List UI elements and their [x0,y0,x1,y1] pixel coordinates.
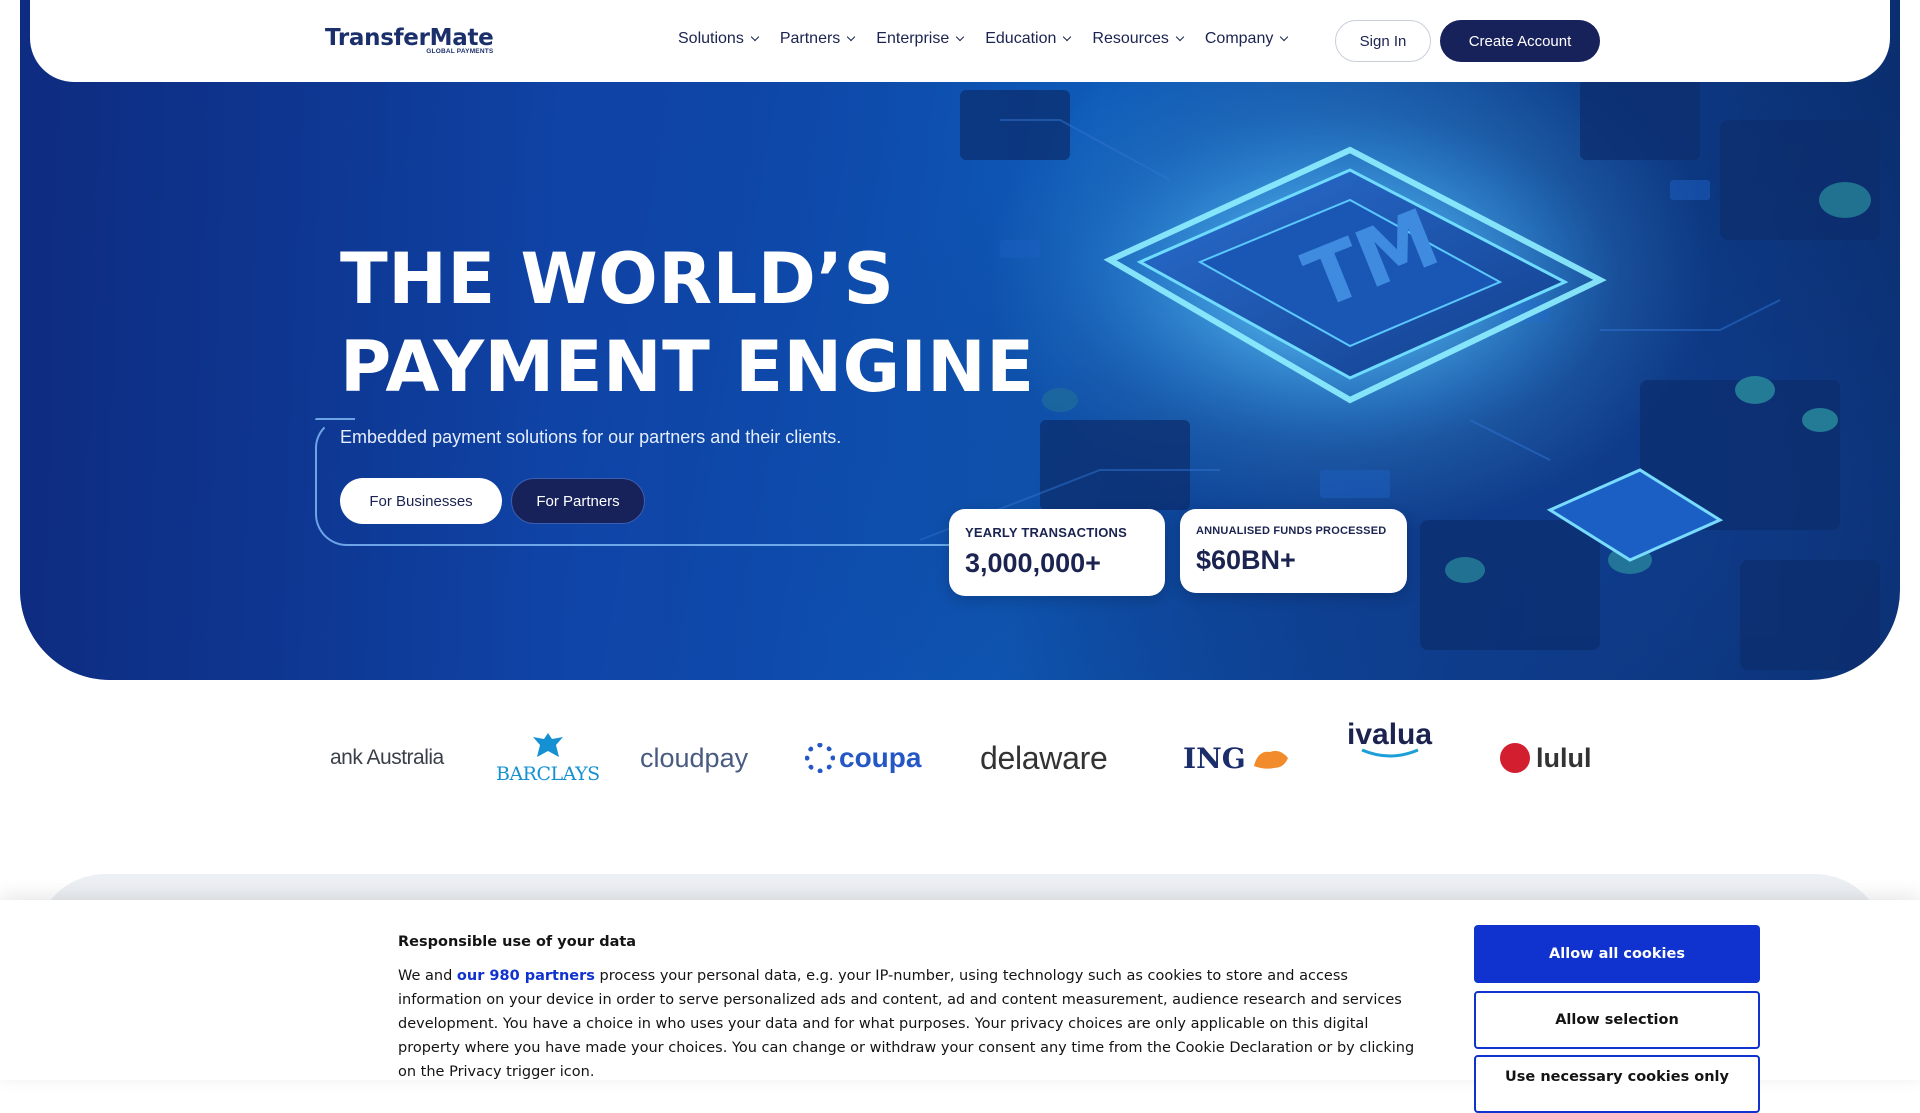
lululemon-icon [1500,743,1530,773]
coupa-logo: coupa [805,718,921,798]
chevron-down-icon [847,32,856,42]
transfermate-logo[interactable]: TransferMate GLOBAL PAYMENTS [325,25,494,55]
cookie-text-rest: process your personal data, e.g. your IP… [398,968,1415,1080]
sign-in-button[interactable]: Sign In [1335,20,1431,62]
menu-label: Education [985,30,1057,47]
stat-value: 3,000,000+ [965,548,1101,578]
menu-item-company[interactable]: Company [1204,30,1289,48]
menu-label: Enterprise [876,30,950,47]
cookie-text-start: We and [398,968,457,984]
menu-item-solutions[interactable]: Solutions [678,30,760,48]
stat-value: $60BN+ [1196,545,1296,575]
stat-card-transactions: YEARLY TRANSACTIONS 3,000,000+ [949,509,1165,596]
necessary-cookies-button[interactable]: Use necessary cookies only [1474,1055,1760,1113]
partners-link[interactable]: our 980 partners [457,968,595,984]
for-partners-button[interactable]: For Partners [511,478,645,524]
cloudpay-logo: cloudpay [640,718,748,798]
for-businesses-button[interactable]: For Businesses [340,478,502,524]
stat-card-funds: ANNUALISED FUNDS PROCESSED $60BN+ [1180,509,1407,593]
ivalua-logo: ivalua [1347,718,1432,798]
delaware-wordmark: delaware [980,739,1108,776]
delaware-logo: delaware [980,718,1108,798]
chevron-down-icon [1280,32,1289,42]
hero-banner: TM THE WORLD’S PAYMENT ENGINE Embedded p… [20,0,1900,680]
ing-wordmark: ING [1183,741,1246,775]
allow-all-cookies-button[interactable]: Allow all cookies [1474,925,1760,983]
hero-subtitle: Embedded payment solutions for our partn… [340,427,842,447]
cookie-title: Responsible use of your data [398,934,637,950]
chevron-down-icon [750,32,760,42]
cloudpay-wordmark: cloudpay [640,742,749,773]
lion-icon [1253,750,1288,769]
hero-title: THE WORLD’S PAYMENT ENGINE [340,235,1040,411]
eagle-icon [532,733,563,757]
hero-title-line1: THE WORLD’S [340,238,895,320]
chevron-down-icon [955,32,965,42]
stat-label: ANNUALISED FUNDS PROCESSED [1196,525,1387,537]
cookie-consent-banner: Responsible use of your data We and our … [0,900,1920,1113]
logo-tagline: GLOBAL PAYMENTS [426,48,494,55]
main-menu: Solutions Partners Enterprise Education … [678,30,1309,48]
menu-item-education[interactable]: Education [985,30,1072,48]
menu-label: Partners [779,30,841,47]
ing-logo: ING [1183,718,1292,798]
partner-logo-carousel: ank Australia BARCLAYS cloudpay coupa de… [330,718,1590,798]
ivalua-swoosh-icon [1360,748,1419,758]
menu-item-partners[interactable]: Partners [779,30,856,48]
barclays-wordmark: BARCLAYS [496,763,600,785]
lululemon-wordmark: lulul [1536,742,1590,773]
menu-label: Company [1204,30,1274,47]
chevron-down-icon [1063,32,1072,42]
stat-label: YEARLY TRANSACTIONS [965,525,1127,540]
menu-item-enterprise[interactable]: Enterprise [876,30,965,48]
menu-label: Resources [1092,30,1169,47]
hero-title-line2: PAYMENT ENGINE [340,326,1035,408]
barclays-logo: BARCLAYS [496,718,600,798]
coupa-wordmark: coupa [839,742,922,773]
coupa-burst-icon [805,743,835,773]
lululemon-logo: lulul [1500,718,1590,798]
bank-australia-logo: ank Australia [330,746,444,769]
ivalua-wordmark: ivalua [1347,718,1433,751]
menu-label: Solutions [678,30,744,47]
top-navigation: TransferMate GLOBAL PAYMENTS Solutions P… [30,0,1890,82]
allow-selection-button[interactable]: Allow selection [1474,991,1760,1049]
create-account-button[interactable]: Create Account [1440,20,1600,62]
cookie-description: We and our 980 partners process your per… [398,964,1428,1084]
menu-item-resources[interactable]: Resources [1092,30,1185,48]
chevron-down-icon [1175,32,1185,42]
